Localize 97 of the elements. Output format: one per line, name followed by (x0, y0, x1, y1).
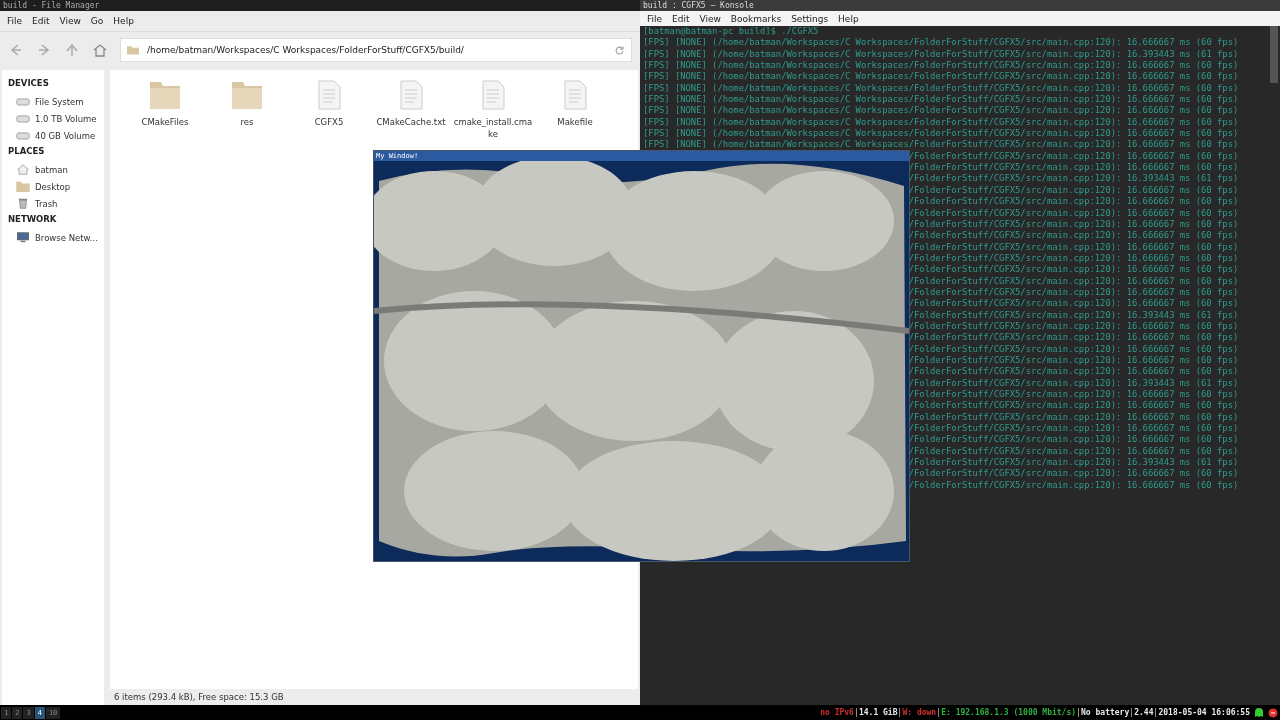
terminal-line: /FolderForStuff/CGFX5/src/main.cpp:120): 16.666667 ms (60 fps) (907, 241, 1240, 253)
terminal-line: /FolderForStuff/CGFX5/src/main.cpp:120): 16.666667 ms (60 fps) (907, 400, 1240, 412)
menu-item[interactable]: File (644, 12, 666, 25)
menu-item[interactable]: Help (835, 12, 862, 25)
terminal-line: /FolderForStuff/CGFX5/src/main.cpp:120): 16.666667 ms (60 fps) (907, 468, 1240, 480)
window-title: build - File Manager (0, 0, 640, 11)
drive-icon (16, 113, 30, 124)
status-item: No battery (1081, 708, 1130, 717)
status-item: E: 192.168.1.3 (1000 Mbit/s) (941, 708, 1077, 717)
terminal-line: /FolderForStuff/CGFX5/src/main.cpp:120): 16.666667 ms (60 fps) (907, 411, 1240, 424)
terminal-line: /FolderForStuff/CGFX5/src/main.cpp:120): 16.666667 ms (60 fps) (907, 479, 1240, 492)
power-icon[interactable] (1268, 707, 1278, 718)
terminal-line: /FolderForStuff/CGFX5/src/main.cpp:120): 16.666667 ms (60 fps) (907, 252, 1240, 265)
sidebar-item[interactable]: batman (8, 161, 104, 178)
drive-icon (16, 130, 30, 141)
section-heading: NETWORK (8, 214, 58, 224)
home-icon[interactable] (92, 42, 108, 58)
sidebar-item[interactable]: 40 GB Volume (8, 127, 104, 144)
menu-item[interactable]: Go (87, 15, 107, 27)
terminal-prompt: [batman@batman-pc build]$ ./CGFX5 (643, 26, 820, 38)
back-icon[interactable] (8, 42, 24, 58)
trash-icon (16, 198, 30, 209)
sidebar-item[interactable]: 1.0 TB Volume (8, 110, 104, 127)
terminal-line: /FolderForStuff/CGFX5/src/main.cpp:120): 16.666667 ms (60 fps) (907, 320, 1240, 333)
terminal-line: [FPS] [NONE] (/home/batman/Workspaces/C Workspaces/FolderForStuff/CGFX5/src/main.cpp:120): 16.666667 ms (60 fps) (643, 116, 1240, 129)
terminal-line: [FPS] [NONE] (/home/batman/Workspaces/C Workspaces/FolderForStuff/CGFX5/src/main.cpp:120): 16.666667 ms (60 fps) (643, 60, 1240, 72)
terminal-line: /FolderForStuff/CGFX5/src/main.cpp:120): 16.666667 ms (60 fps) (907, 218, 1240, 231)
menu-item[interactable]: Bookmarks (727, 12, 785, 25)
document-item[interactable]: Makefile (534, 80, 616, 128)
terminal-line: /FolderForStuff/CGFX5/src/main.cpp:120): 16.666667 ms (60 fps) (907, 230, 1240, 242)
status-item: 14.1 GiB (858, 708, 898, 717)
terminal-line: /FolderForStuff/CGFX5/src/main.cpp:120): 16.666667 ms (60 fps) (907, 150, 1240, 163)
terminal-line: /FolderForStuff/CGFX5/src/main.cpp:120): 16.393443 ms (61 fps) (907, 309, 1240, 321)
terminal-line: /FolderForStuff/CGFX5/src/main.cpp:120): 16.666667 ms (60 fps) (907, 286, 1240, 299)
terminal-line: /FolderForStuff/CGFX5/src/main.cpp:120): 16.393443 ms (61 fps) (907, 457, 1240, 469)
terminal-line: /FolderForStuff/CGFX5/src/main.cpp:120): 16.393443 ms (61 fps) (907, 377, 1240, 389)
terminal-line: /FolderForStuff/CGFX5/src/main.cpp:120): 16.666667 ms (60 fps) (907, 264, 1240, 276)
home-icon (16, 164, 30, 175)
terminal-line: /FolderForStuff/CGFX5/src/main.cpp:120): 16.666667 ms (60 fps) (907, 207, 1240, 219)
terminal-line: /FolderForStuff/CGFX5/src/main.cpp:120): 16.666667 ms (60 fps) (907, 162, 1240, 174)
forward-icon[interactable] (36, 42, 52, 58)
section-heading: PLACES (8, 146, 46, 156)
menu-item[interactable]: File (4, 15, 26, 27)
sidebar-item[interactable]: File System (8, 93, 104, 110)
terminal-line: /FolderForStuff/CGFX5/src/main.cpp:120): 16.666667 ms (60 fps) (907, 332, 1240, 344)
document-item[interactable]: CGFX5 (288, 80, 370, 128)
terminal-line: [FPS] [NONE] (/home/batman/Workspaces/C Workspaces/FolderForStuff/CGFX5/src/main.cpp:120): 16.666667 ms (60 fps) (643, 71, 1240, 83)
terminal-line: /FolderForStuff/CGFX5/src/main.cpp:120): 16.666667 ms (60 fps) (907, 354, 1240, 367)
terminal-line: /FolderForStuff/CGFX5/src/main.cpp:120): 16.666667 ms (60 fps) (907, 196, 1240, 208)
folder-icon (127, 45, 139, 55)
menu-item[interactable]: Settings (788, 12, 832, 25)
menu-item[interactable]: Edit (29, 15, 53, 27)
section-heading: DEVICES (8, 78, 50, 88)
menu-item[interactable]: View (56, 15, 84, 27)
terminal-line: [FPS] [NONE] (/home/batman/Workspaces/C Workspaces/FolderForStuff/CGFX5/src/main.cpp:120): 16.666667 ms (60 fps) (643, 139, 1240, 151)
terminal-line: /FolderForStuff/CGFX5/src/main.cpp:120): 16.666667 ms (60 fps) (907, 184, 1240, 197)
status-item: 2018-05-04 16:06:55 (1158, 708, 1250, 717)
folder-item[interactable]: res (206, 80, 288, 128)
status-item: W: down (902, 708, 937, 717)
terminal-line: /FolderForStuff/CGFX5/src/main.cpp:120): 16.666667 ms (60 fps) (907, 275, 1240, 287)
drive-icon (16, 96, 30, 107)
folder-icon (149, 80, 181, 110)
terminal-line: [FPS] [NONE] (/home/batman/Workspaces/C Workspaces/FolderForStuff/CGFX5/src/main.cpp:120): 16.666667 ms (60 fps) (643, 82, 1240, 95)
folder-icon (231, 80, 263, 110)
up-icon[interactable] (64, 42, 80, 58)
sidebar-item[interactable]: Browse Netw... (8, 229, 104, 246)
menu-item[interactable]: View (696, 12, 724, 25)
terminal-line: /FolderForStuff/CGFX5/src/main.cpp:120): 16.666667 ms (60 fps) (907, 343, 1240, 355)
status-bar: 6 items (293.4 kB), Free space: 15.3 GB (110, 689, 638, 705)
terminal-line: [FPS] [NONE] (/home/batman/Workspaces/C Workspaces/FolderForStuff/CGFX5/src/main.cpp:120): 16.666667 ms (60 fps) (643, 128, 1240, 140)
sidebar-item[interactable]: Trash (8, 195, 104, 212)
status-item: no IPv6 (820, 708, 854, 717)
terminal-line: /FolderForStuff/CGFX5/src/main.cpp:120): 16.393443 ms (61 fps) (907, 173, 1240, 185)
document-item[interactable]: cmake_install.cmake (452, 80, 534, 140)
window-title: build : CGFX5 — Konsole (640, 0, 1280, 11)
terminal-line: /FolderForStuff/CGFX5/src/main.cpp:120): 16.666667 ms (60 fps) (907, 389, 1240, 401)
scrollbar[interactable] (1270, 26, 1278, 83)
terminal-line: /FolderForStuff/CGFX5/src/main.cpp:120): 16.666667 ms (60 fps) (907, 423, 1240, 435)
terminal-line: [FPS] [NONE] (/home/batman/Workspaces/C Workspaces/FolderForStuff/CGFX5/src/main.cpp:120): 16.666667 ms (60 fps) (643, 37, 1240, 49)
terminal-line: [FPS] [NONE] (/home/batman/Workspaces/C Workspaces/FolderForStuff/CGFX5/src/main.cpp:120): 16.666667 ms (60 fps) (643, 94, 1240, 106)
folder-icon (16, 181, 30, 192)
terminal-line: /FolderForStuff/CGFX5/src/main.cpp:120): 16.666667 ms (60 fps) (907, 298, 1240, 310)
terminal-line: /FolderForStuff/CGFX5/src/main.cpp:120): 16.666667 ms (60 fps) (907, 445, 1240, 458)
sidebar-item[interactable]: Desktop (8, 178, 104, 195)
location-field[interactable]: /home/batman/Workspaces/C Workspaces/FolderForStuff/CGFX5/build/ (120, 38, 632, 62)
menu-item[interactable]: Edit (669, 12, 693, 25)
status-item: 2.44 (1134, 708, 1154, 717)
computer-icon (16, 232, 30, 243)
terminal-line: [FPS] [NONE] (/home/batman/Workspaces/C Workspaces/FolderForStuff/CGFX5/src/main.cpp:120): 16.666667 ms (60 fps) (643, 105, 1240, 117)
terminal-line: /FolderForStuff/CGFX5/src/main.cpp:120): 16.666667 ms (60 fps) (907, 434, 1240, 446)
terminal-line: /FolderForStuff/CGFX5/src/main.cpp:120): 16.666667 ms (60 fps) (907, 366, 1240, 378)
terminal-line: [FPS] [NONE] (/home/batman/Workspaces/C Workspaces/FolderForStuff/CGFX5/src/main.cpp:120): 16.393443 ms (61 fps) (643, 48, 1240, 61)
menu-item[interactable]: Help (110, 15, 137, 27)
reload-icon[interactable] (614, 44, 625, 56)
folder-item[interactable]: CMakeFiles (124, 80, 206, 128)
ghost-icon[interactable] (1254, 707, 1264, 718)
document-item[interactable]: CMakeCache.txt (370, 80, 452, 128)
